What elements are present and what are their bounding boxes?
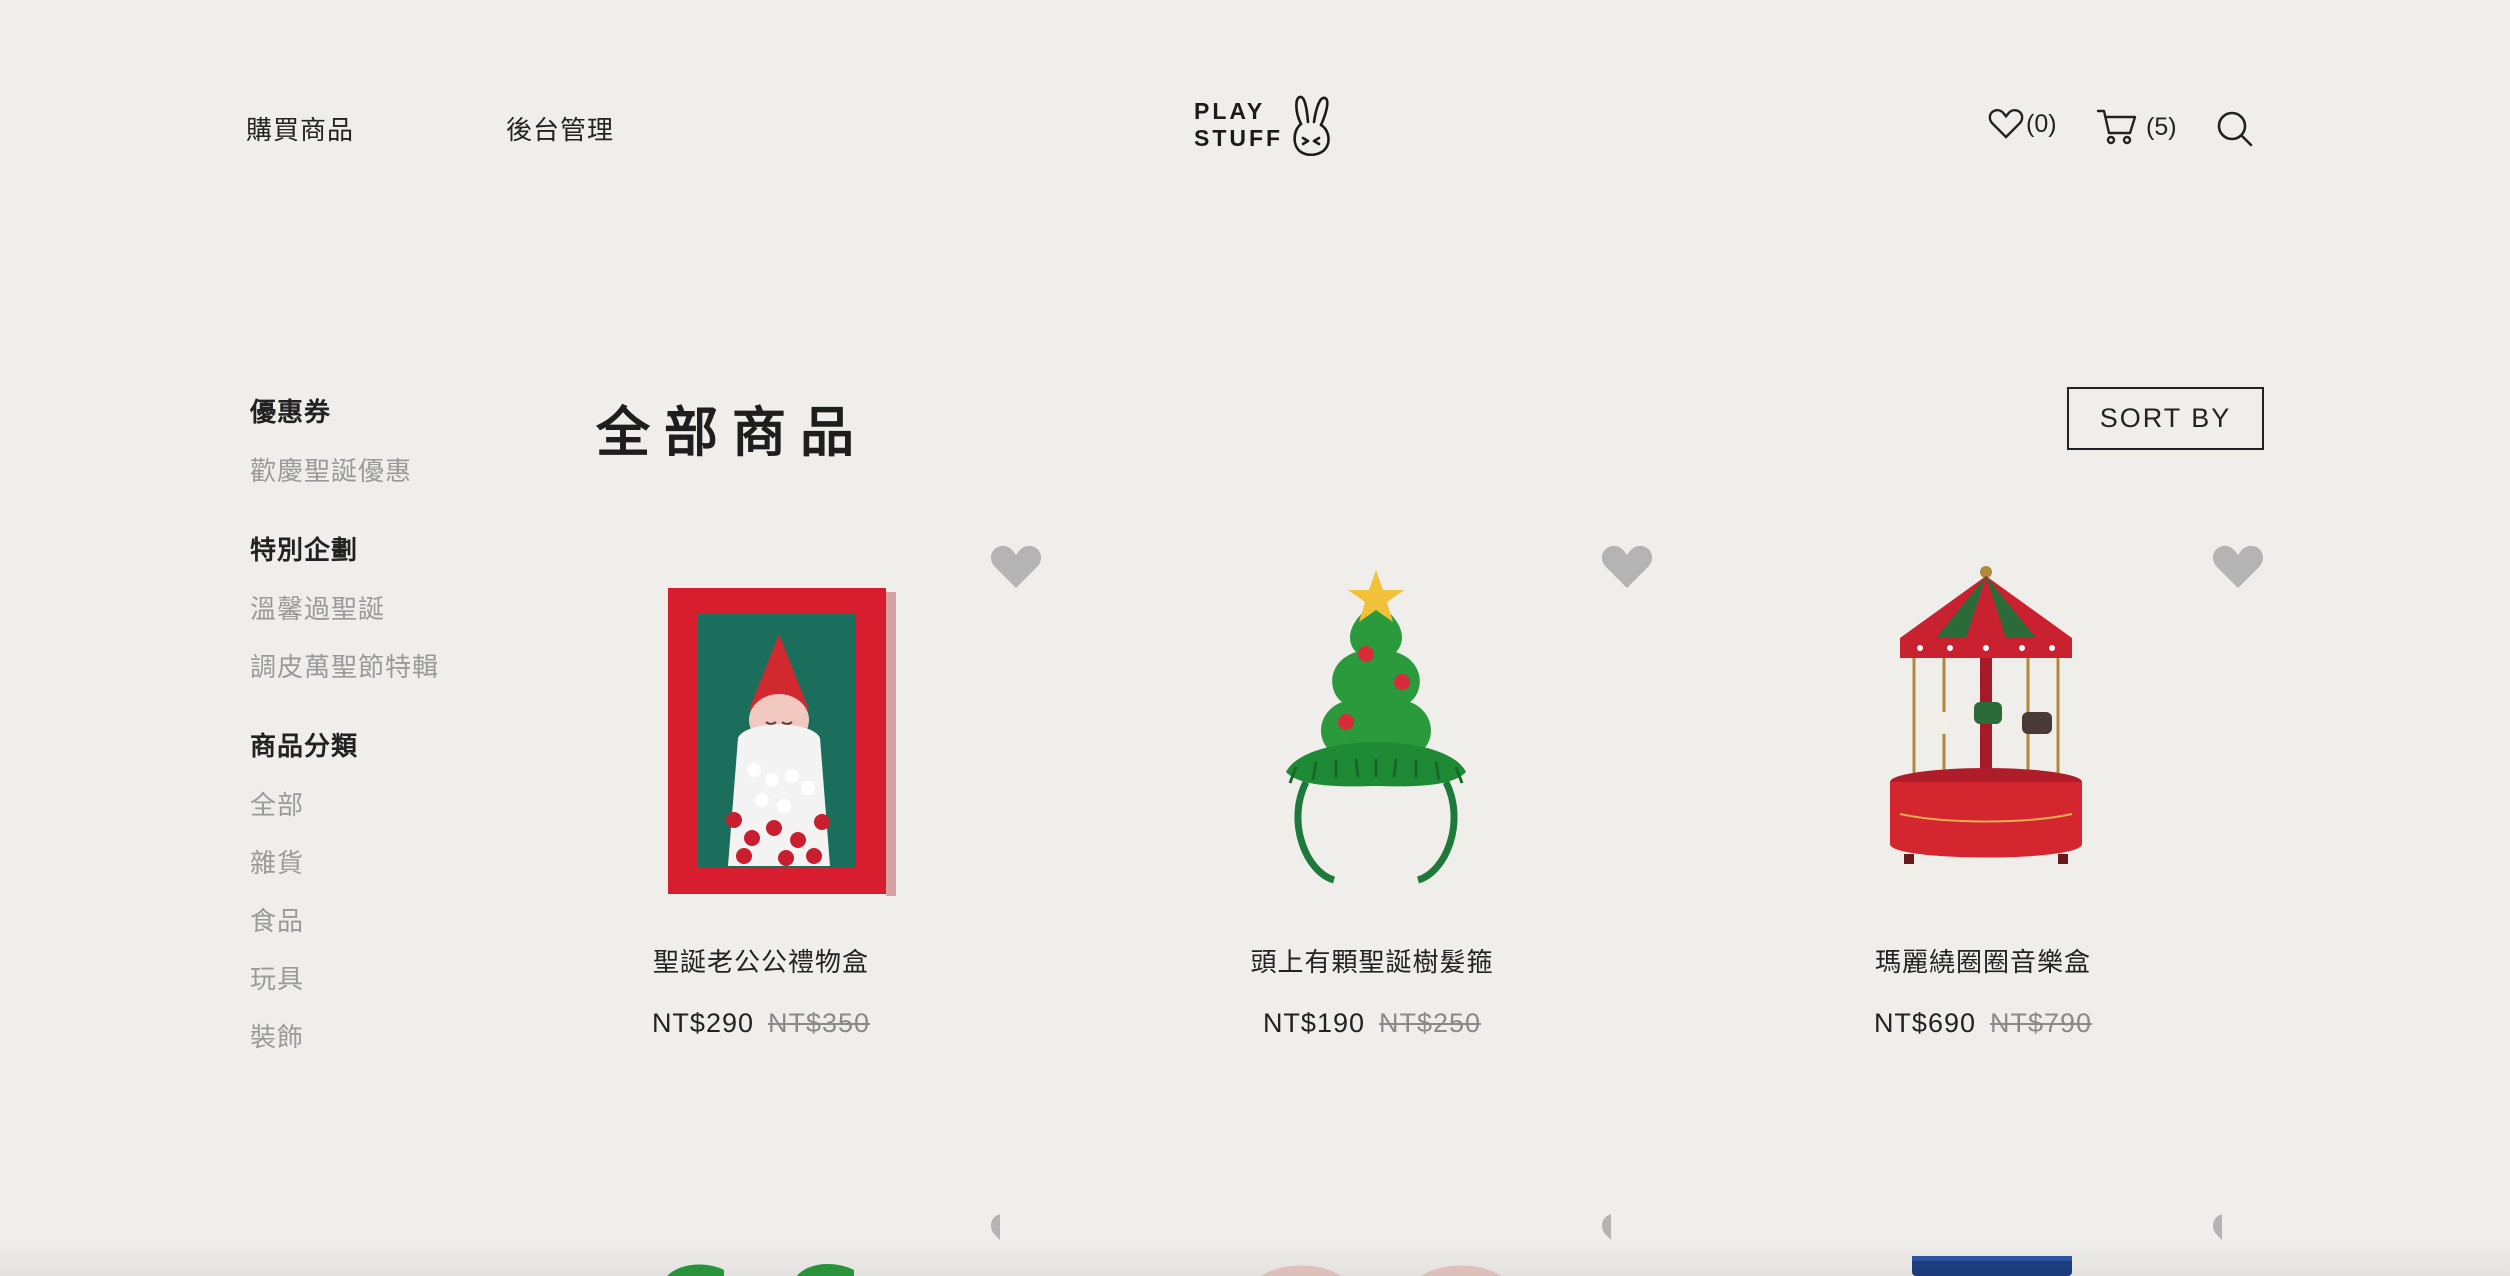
sale-price: NT$290	[651, 1008, 754, 1038]
sidebar-heading-coupons: 優惠券	[250, 398, 332, 428]
sidebar-item-warm-christmas[interactable]: 溫馨過聖誕	[250, 589, 385, 626]
santa-gift-box-image	[668, 588, 896, 896]
wishlist-count: (0)	[2026, 109, 2057, 138]
sidebar-item-decor[interactable]: 裝飾	[250, 1017, 304, 1054]
site-logo[interactable]: PLAY STUFF	[1194, 94, 1333, 156]
sidebar-item-toys[interactable]: 玩具	[250, 959, 304, 996]
product-price: NT$190 NT$250	[1137, 1008, 1607, 1039]
sort-by-button[interactable]: SORT BY	[2067, 387, 2264, 450]
sidebar-item-christmas-coupon[interactable]: 歡慶聖誕優惠	[250, 451, 412, 488]
sale-price: NT$190	[1262, 1008, 1365, 1038]
original-price: NT$250	[1379, 1008, 1482, 1038]
page-title: 全部商品	[596, 401, 868, 464]
heart-outline-icon	[1988, 108, 2024, 139]
search-button[interactable]	[2216, 110, 2254, 148]
bunny-logo-icon	[1293, 95, 1330, 156]
heart-icon[interactable]	[990, 544, 1042, 590]
sidebar-item-food[interactable]: 食品	[250, 901, 304, 938]
product-price: NT$690 NT$790	[1748, 1008, 2218, 1039]
search-icon	[2217, 111, 2253, 147]
cart-icon	[2096, 109, 2137, 145]
product-price: NT$290 NT$350	[526, 1008, 996, 1039]
heart-icon[interactable]	[1601, 544, 1653, 590]
heart-icon[interactable]	[2212, 544, 2264, 590]
product-name[interactable]: 聖誕老公公禮物盒	[526, 942, 996, 979]
product-card[interactable]: 瑪麗繞圈圈音樂盒 NT$690 NT$790	[1752, 540, 2264, 1060]
sidebar-heading-categories: 商品分類	[250, 732, 359, 762]
product-card[interactable]: 頭上有顆聖誕樹髮箍 NT$190 NT$250	[1141, 540, 1653, 1060]
original-price: NT$350	[768, 1008, 871, 1038]
cart-link[interactable]: (5)	[2096, 108, 2177, 146]
original-price: NT$790	[1990, 1008, 2093, 1038]
sidebar-item-goods[interactable]: 雜貨	[250, 843, 304, 880]
bottom-shade	[0, 1240, 2510, 1276]
nav-shop[interactable]: 購買商品	[246, 110, 354, 147]
christmas-tree-headband-image	[1286, 570, 1466, 884]
wishlist-link[interactable]: (0)	[1988, 108, 2057, 140]
product-name[interactable]: 頭上有顆聖誕樹髮箍	[1137, 942, 1607, 979]
sidebar-item-halloween[interactable]: 調皮萬聖節特輯	[250, 647, 439, 684]
logo-line-2: STUFF	[1194, 125, 1284, 151]
product-name[interactable]: 瑪麗繞圈圈音樂盒	[1748, 942, 2218, 979]
product-card[interactable]: 聖誕老公公禮物盒 NT$290 NT$350	[530, 540, 1042, 1060]
sidebar-item-all[interactable]: 全部	[250, 785, 304, 822]
sale-price: NT$690	[1873, 1008, 1976, 1038]
nav-admin[interactable]: 後台管理	[506, 110, 614, 147]
logo-line-1: PLAY	[1194, 98, 1266, 124]
cart-count: (5)	[2146, 112, 2177, 141]
sidebar-heading-special: 特別企劃	[250, 536, 359, 566]
carousel-music-box-image	[1890, 566, 2082, 864]
